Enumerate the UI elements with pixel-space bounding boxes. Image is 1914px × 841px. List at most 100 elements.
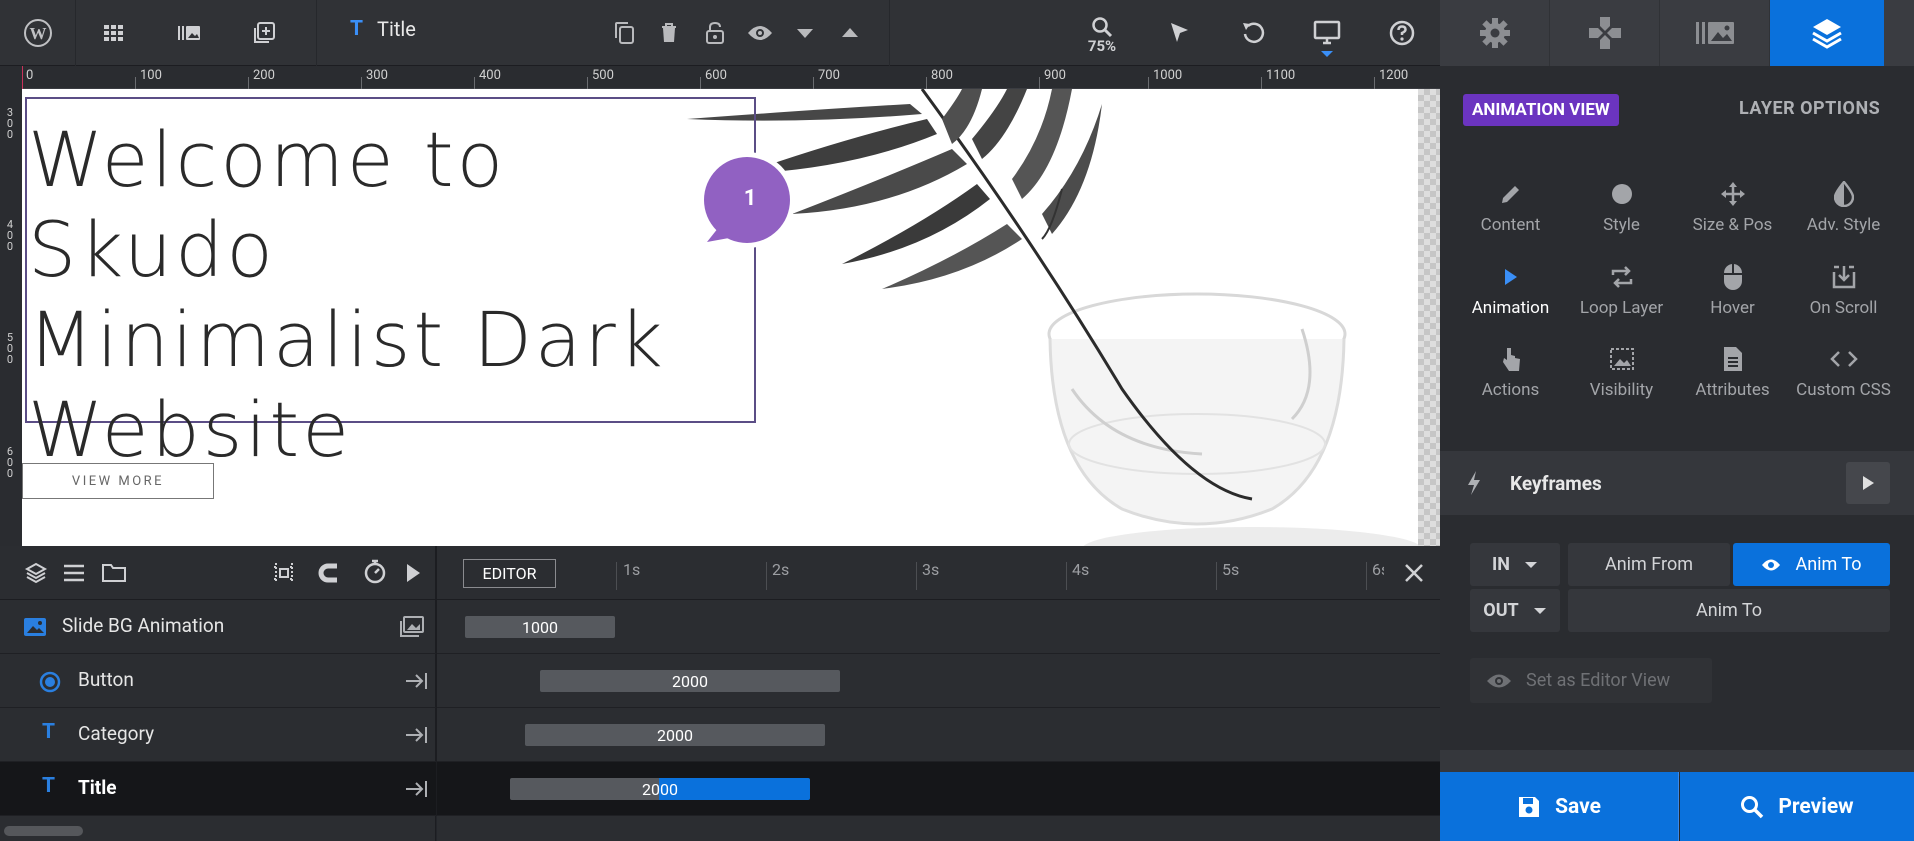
desktop-icon[interactable] [1308, 14, 1346, 52]
eye-icon[interactable] [741, 14, 779, 52]
option-actions[interactable]: Actions [1455, 341, 1566, 421]
anim-from-button[interactable]: Anim From [1568, 543, 1730, 586]
option-adv-style[interactable]: Adv. Style [1788, 176, 1899, 256]
snap-grid-icon[interactable] [272, 561, 296, 585]
folder-icon[interactable] [101, 561, 127, 583]
magnet-icon[interactable] [317, 561, 343, 585]
ruler-label: 1200 [1379, 68, 1409, 83]
mouse-icon [1723, 259, 1743, 295]
option-size-pos[interactable]: Size & Pos [1677, 176, 1788, 256]
editor-mode-button[interactable]: EDITOR [463, 559, 556, 588]
out-dropdown[interactable]: OUT [1470, 589, 1560, 632]
gear-icon [1479, 18, 1510, 48]
option-visibility[interactable]: Visibility [1566, 341, 1677, 421]
undo-icon[interactable] [1234, 14, 1272, 52]
tab-layers[interactable] [1770, 0, 1884, 66]
in-dropdown[interactable]: IN [1470, 543, 1560, 586]
keyframes-title: Keyframes [1510, 472, 1602, 495]
search-icon [1741, 795, 1764, 818]
stopwatch-icon[interactable] [363, 558, 387, 585]
panel-tabs [1440, 0, 1914, 66]
timeline-row[interactable]: Slide BG Animation 1000 [0, 600, 1440, 654]
duration-bar[interactable]: 2000 [540, 670, 840, 692]
cursor-icon[interactable] [1160, 14, 1198, 52]
layers-icon [1812, 19, 1842, 49]
time-marker: 5s [1222, 560, 1240, 579]
tab-settings[interactable] [1440, 0, 1550, 66]
align-right-icon[interactable] [404, 725, 428, 745]
option-style[interactable]: Style [1566, 176, 1677, 256]
layers-icon[interactable] [24, 561, 48, 585]
add-layer-icon[interactable] [245, 14, 283, 52]
top-toolbar: W T Title 75% [0, 0, 1440, 66]
option-loop-layer[interactable]: Loop Layer [1566, 259, 1677, 339]
chevron-down-icon [1533, 607, 1546, 614]
duration-bar[interactable]: 1000 [465, 616, 615, 638]
align-right-icon[interactable] [404, 779, 428, 799]
help-icon[interactable] [1383, 14, 1421, 52]
timeline-row-selected[interactable]: T Title 2000 [0, 762, 1440, 816]
slide-image-icon[interactable] [400, 616, 424, 638]
list-icon[interactable] [62, 563, 86, 583]
option-content[interactable]: Content [1455, 176, 1566, 256]
palette-icon [1610, 176, 1634, 212]
slides-icon[interactable] [170, 14, 208, 52]
duration-bar[interactable]: 2000 [525, 724, 825, 746]
time-marker: 1s [623, 560, 641, 579]
timeline-row[interactable]: Button 2000 [0, 654, 1440, 708]
ruler-label: 1100 [1266, 68, 1296, 83]
device-indicator-icon [1321, 51, 1333, 57]
lock-icon[interactable] [696, 14, 734, 52]
duplicate-icon[interactable] [605, 14, 643, 52]
zoom-level[interactable]: 75% [1082, 37, 1122, 55]
play-timeline-icon[interactable] [405, 563, 421, 583]
preview-button[interactable]: Preview [1680, 772, 1914, 841]
drop-icon [1833, 176, 1854, 212]
save-button[interactable]: Save [1440, 772, 1679, 841]
move-down-icon[interactable] [786, 14, 824, 52]
eye-icon [1487, 674, 1511, 687]
close-timeline-icon[interactable] [1403, 562, 1425, 584]
ruler-label: 100 [140, 68, 162, 83]
wordpress-logo-button[interactable]: W [0, 0, 76, 66]
title-line: Website [28, 385, 352, 474]
set-as-editor-view-button[interactable]: Set as Editor View [1470, 658, 1712, 703]
radio-icon [39, 671, 61, 693]
layer-options-title[interactable]: LAYER OPTIONS [1739, 98, 1880, 119]
ruler-label: 700 [818, 68, 840, 83]
anim-to-in-button[interactable]: Anim To [1733, 543, 1890, 586]
animation-view-badge[interactable]: ANIMATION VIEW [1463, 94, 1619, 126]
slide-title[interactable]: Welcome to Skudo Minimalist Dark Website [28, 115, 748, 475]
horizontal-ruler: 0 100 200 300 400 500 600 700 800 900 10… [22, 66, 1440, 89]
trash-icon[interactable] [650, 14, 688, 52]
option-custom-css[interactable]: Custom CSS [1788, 341, 1899, 421]
current-layer-name: Title [377, 17, 416, 41]
duration-bar[interactable]: 2000 [510, 778, 810, 800]
gamepad-icon [1588, 17, 1621, 49]
chevron-down-icon [1524, 561, 1537, 568]
option-hover[interactable]: Hover [1677, 259, 1788, 339]
horizontal-scrollbar[interactable] [4, 826, 83, 836]
option-on-scroll[interactable]: On Scroll [1788, 259, 1899, 339]
view-more-button[interactable]: VIEW MORE [22, 463, 214, 499]
row-label: Button [78, 668, 134, 691]
align-right-icon[interactable] [404, 671, 428, 691]
current-layer-label[interactable]: T Title [350, 17, 416, 41]
tab-slides[interactable] [1660, 0, 1770, 66]
pointer-icon [1500, 341, 1522, 377]
tab-navigation[interactable] [1550, 0, 1660, 66]
ruler-label: 800 [931, 68, 953, 83]
keyframes-play-button[interactable] [1846, 462, 1890, 504]
move-up-icon[interactable] [831, 14, 869, 52]
timeline-row[interactable]: T Category 2000 [0, 708, 1440, 762]
option-attributes[interactable]: Attributes [1677, 341, 1788, 421]
option-animation[interactable]: Animation [1455, 259, 1566, 339]
grid-icon[interactable] [95, 14, 133, 52]
loop-icon [1609, 259, 1635, 295]
title-line: Welcome to Skudo [28, 115, 507, 294]
lightning-icon [1468, 471, 1480, 495]
play-icon [1503, 259, 1519, 295]
anim-to-out-button[interactable]: Anim To [1568, 589, 1890, 632]
text-icon: T [42, 774, 56, 798]
time-marker: 2s [772, 560, 790, 579]
